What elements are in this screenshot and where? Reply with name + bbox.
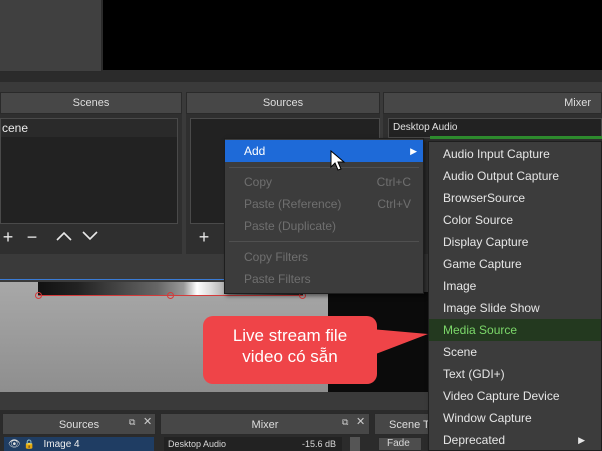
menu-item-add-label: Add [244,144,266,158]
callout-line-2: video có sẵn [242,347,338,366]
submenu-item-color-source[interactable]: Color Source [429,209,601,231]
bottom-sources-title-text: Sources [58,419,100,431]
submenu-item-window-capture[interactable]: Window Capture [429,407,601,429]
menu-item-copy[interactable]: Copy Ctrl+C [225,171,423,193]
menu-item-copy-label: Copy [244,175,273,189]
copy-shortcut: Ctrl+C [376,175,411,189]
submenu-item-deprecated[interactable]: Deprecated ▶ [429,429,601,451]
mixer-db-readout: -15.6 dB [301,439,336,449]
menu-item-paste-reference-label: Paste (Reference) [244,197,342,211]
undock-icon[interactable]: ⧉ [342,417,348,428]
menu-item-paste-duplicate[interactable]: Paste (Duplicate) [225,215,423,237]
add-source-submenu: Audio Input Capture Audio Output Capture… [428,141,602,451]
scenes-list[interactable]: cene [0,118,178,224]
paste-shortcut: Ctrl+V [377,197,411,211]
scene-list-item[interactable]: cene [1,119,177,137]
mouse-cursor-icon [330,150,346,171]
submenu-item-game-capture[interactable]: Game Capture [429,253,601,275]
submenu-item-deprecated-label: Deprecated [443,433,506,447]
mixer-dock-title: Mixer [383,92,602,114]
audio-level-meter [430,136,602,139]
menu-item-add[interactable]: Add ▶ [225,140,423,162]
selection-handle-left[interactable] [35,292,42,299]
mixer-channel-label: Desktop Audio [388,118,602,138]
bottom-mixer-title: Mixer [160,413,370,435]
add-source-button[interactable]: + [194,228,214,246]
submenu-item-browser-source[interactable]: BrowserSource [429,187,601,209]
submenu-arrow-icon: ▶ [410,146,417,156]
submenu-item-image[interactable]: Image [429,275,601,297]
bottom-mixer-channel: Desktop Audio -15.6 dB [164,437,342,451]
submenu-item-audio-output-capture[interactable]: Audio Output Capture [429,165,601,187]
menu-item-copy-filters-label: Copy Filters [244,250,309,264]
bottom-source-item[interactable]: 👁 🔒 Image 4 [4,437,154,451]
bottom-mixer-channel-label: Desktop Audio [168,439,227,449]
submenu-item-scene[interactable]: Scene [429,341,601,363]
undock-icon[interactable]: ⧉ [129,417,135,428]
lock-icon[interactable]: 🔒 [23,439,34,449]
bottom-scene-transitions-title: Scene T [374,413,434,435]
menu-separator [229,167,419,168]
submenu-item-image-slide-show[interactable]: Image Slide Show [429,297,601,319]
menu-item-paste-reference[interactable]: Paste (Reference) Ctrl+V [225,193,423,215]
scenes-dock-title: Scenes [0,92,182,114]
move-scene-down-button[interactable] [82,230,98,245]
submenu-item-display-capture[interactable]: Display Capture [429,231,601,253]
menu-separator [229,241,419,242]
submenu-item-media-source[interactable]: Media Source [429,319,601,341]
menu-item-paste-filters-label: Paste Filters [244,272,311,286]
callout-line-1: Live stream file [232,326,348,345]
remove-scene-button[interactable]: − [22,228,42,246]
submenu-item-video-capture-device[interactable]: Video Capture Device [429,385,601,407]
menu-item-paste-duplicate-label: Paste (Duplicate) [244,219,337,233]
chevron-down-icon [82,231,98,241]
move-scene-up-button[interactable] [56,230,72,245]
menu-item-copy-filters[interactable]: Copy Filters [225,246,423,268]
close-icon[interactable]: ✕ [356,415,365,428]
annotation-callout: Live stream file video có sẵn [203,316,377,384]
chevron-up-icon [56,231,72,241]
submenu-arrow-icon: ▶ [578,435,585,445]
scrollbar[interactable] [350,437,360,451]
submenu-item-audio-input-capture[interactable]: Audio Input Capture [429,143,601,165]
bottom-mixer-title-text: Mixer [251,419,279,431]
submenu-item-text-gdi[interactable]: Text (GDI+) [429,363,601,385]
sources-dock-title: Sources [186,92,380,114]
scene-transitions-title-text: Scene T [389,419,430,431]
close-icon[interactable]: ✕ [143,415,152,428]
transition-select[interactable]: Fade [378,437,422,451]
add-scene-button[interactable]: + [0,228,18,246]
selection-handle-center[interactable] [167,292,174,299]
source-item-label: Image 4 [43,439,80,450]
source-context-menu: Add ▶ Copy Ctrl+C Paste (Reference) Ctrl… [224,138,424,294]
program-preview [103,0,602,70]
menu-item-paste-filters[interactable]: Paste Filters [225,268,423,290]
top-left-panel [0,0,102,72]
eye-icon[interactable]: 👁 [8,439,21,450]
